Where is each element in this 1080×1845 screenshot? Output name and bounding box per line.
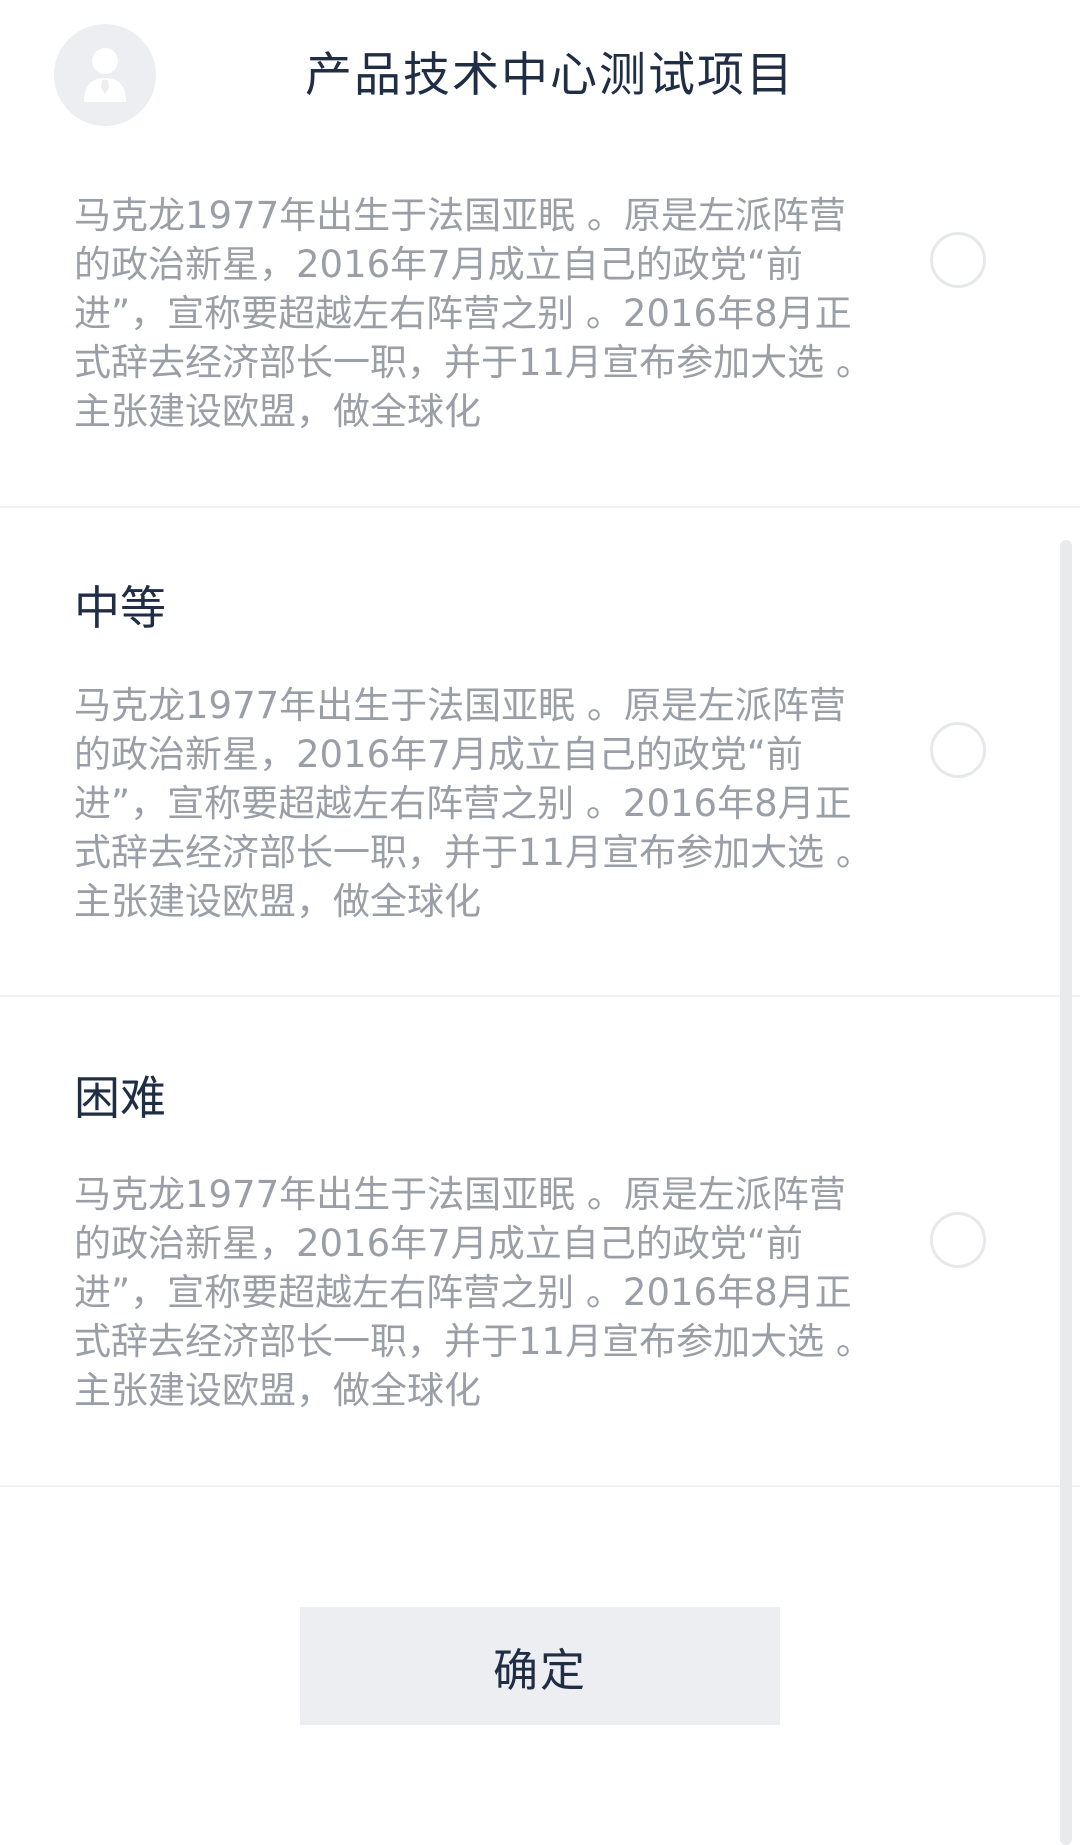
page: 产品技术中心测试项目 马克龙1977年出生于法国亚眠 。原是左派阵营的政治新星，… xyxy=(0,0,1080,1845)
option-label: 困难 xyxy=(74,1071,166,1125)
page-title: 产品技术中心测试项目 xyxy=(305,48,795,103)
option-description: 马克龙1977年出生于法国亚眠 。原是左派阵营的政治新星，2016年7月成立自己… xyxy=(74,684,873,923)
user-avatar-icon xyxy=(84,48,126,102)
option-description: 马克龙1977年出生于法国亚眠 。原是左派阵营的政治新星，2016年7月成立自己… xyxy=(74,1173,873,1412)
option-description: 马克龙1977年出生于法国亚眠 。原是左派阵营的政治新星，2016年7月成立自己… xyxy=(74,194,873,433)
divider xyxy=(0,506,1080,508)
option-label: 中等 xyxy=(74,581,166,635)
option-radio[interactable] xyxy=(930,1212,986,1268)
confirm-button[interactable]: 确定 xyxy=(300,1607,780,1725)
scrollbar[interactable] xyxy=(1060,540,1072,1845)
divider xyxy=(0,1485,1080,1487)
option-radio[interactable] xyxy=(930,722,986,778)
option-radio[interactable] xyxy=(930,232,986,288)
divider xyxy=(0,995,1080,997)
header: 产品技术中心测试项目 xyxy=(0,0,1080,150)
avatar[interactable] xyxy=(54,24,156,126)
